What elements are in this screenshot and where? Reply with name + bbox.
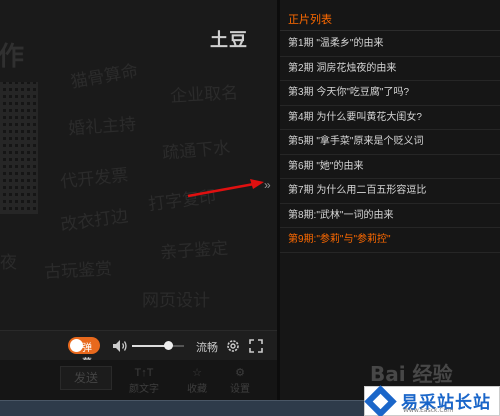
danmu-input-bar: 发送 T↑T 颜文字 ☆ 收藏 ⚙ 设置 bbox=[0, 360, 277, 400]
volume-icon[interactable] bbox=[112, 339, 128, 353]
episode-item[interactable]: 第3期 今天你"吃豆腐"了吗? bbox=[280, 81, 500, 106]
background-text: 亲子鉴定 bbox=[159, 238, 229, 264]
red-arrow-annotation bbox=[187, 179, 264, 198]
site-logo-badge: 易采站长站 Www.Easck.Com bbox=[364, 385, 500, 416]
t-icon: T↑T bbox=[134, 367, 154, 379]
background-text: 网页设计 bbox=[142, 291, 210, 311]
background-text: 企业取名 bbox=[169, 83, 239, 107]
emoticon-label: 颜文字 bbox=[129, 384, 159, 395]
emoticon-button[interactable]: T↑T 颜文字 bbox=[128, 366, 160, 395]
episode-list: 第1期 "温柔乡"的由来 第2期 洞房花烛夜的由来 第3期 今天你"吃豆腐"了吗… bbox=[280, 32, 500, 253]
danmu-toggle[interactable]: 弹幕 bbox=[68, 337, 100, 369]
site-url: Www.Easck.Com bbox=[403, 407, 454, 414]
settings-button[interactable]: ⚙ 设置 bbox=[224, 366, 256, 395]
title-divider bbox=[280, 30, 500, 31]
episode-item[interactable]: 第4期 为什么要叫黄花大闺女? bbox=[280, 106, 500, 130]
episode-item[interactable]: 第6期 "她"的由来 bbox=[280, 155, 500, 179]
video-player[interactable]: 作 猫骨算命 企业取名 婚礼主持 疏通下水 代开发票 打字复印 改衣打边 亲子鉴… bbox=[0, 0, 277, 330]
baidu-jingyan-watermark: Bai 经验 bbox=[370, 362, 453, 386]
background-text: 改衣打边 bbox=[59, 206, 130, 236]
episode-item[interactable]: 第7期 为什么用二百五形容逗比 bbox=[280, 179, 500, 204]
player-controls: 弹幕 流畅 bbox=[0, 330, 277, 369]
playlist-title: 正片列表 bbox=[288, 14, 332, 26]
star-icon: ☆ bbox=[192, 367, 202, 379]
background-text: 猫骨算命 bbox=[69, 61, 140, 93]
gear-icon[interactable] bbox=[225, 338, 241, 354]
background-text: 婚礼主持 bbox=[67, 114, 137, 140]
background-text: 古玩鉴赏 bbox=[43, 259, 113, 283]
background-text: 疏通下水 bbox=[161, 138, 231, 164]
quality-selector[interactable]: 流畅 bbox=[196, 339, 218, 355]
volume-fill bbox=[132, 345, 169, 347]
background-text: 作 bbox=[0, 42, 25, 72]
send-button[interactable]: 发送 bbox=[60, 366, 112, 390]
background-text: 夜 bbox=[0, 253, 17, 273]
favorite-label: 收藏 bbox=[187, 384, 207, 395]
settings-label: 设置 bbox=[230, 384, 250, 395]
episode-item[interactable]: 第5期 "拿手菜"原来是个贬义词 bbox=[280, 130, 500, 155]
episode-playlist: 正片列表 第1期 "温柔乡"的由来 第2期 洞房花烛夜的由来 第3期 今天你"吃… bbox=[280, 0, 500, 400]
site-logo-icon bbox=[364, 385, 397, 416]
double-chevron-right-icon[interactable]: » bbox=[264, 178, 271, 192]
tudou-logo: 土豆 bbox=[210, 30, 248, 51]
episode-item[interactable]: 第8期:"武林"一词的由来 bbox=[280, 204, 500, 228]
episode-item[interactable]: 第1期 "温柔乡"的由来 bbox=[280, 32, 500, 57]
episode-item[interactable]: 第2期 洞房花烛夜的由来 bbox=[280, 57, 500, 81]
favorite-button[interactable]: ☆ 收藏 bbox=[181, 366, 213, 395]
volume-handle[interactable] bbox=[164, 341, 174, 350]
episode-item-active[interactable]: 第9期:"参莉"与"参莉控" bbox=[280, 228, 500, 253]
qr-code-image bbox=[0, 82, 38, 214]
volume-slider[interactable] bbox=[132, 341, 184, 350]
fullscreen-icon[interactable] bbox=[248, 338, 264, 354]
gear-icon: ⚙ bbox=[235, 367, 245, 379]
background-text: 代开发票 bbox=[59, 165, 130, 193]
